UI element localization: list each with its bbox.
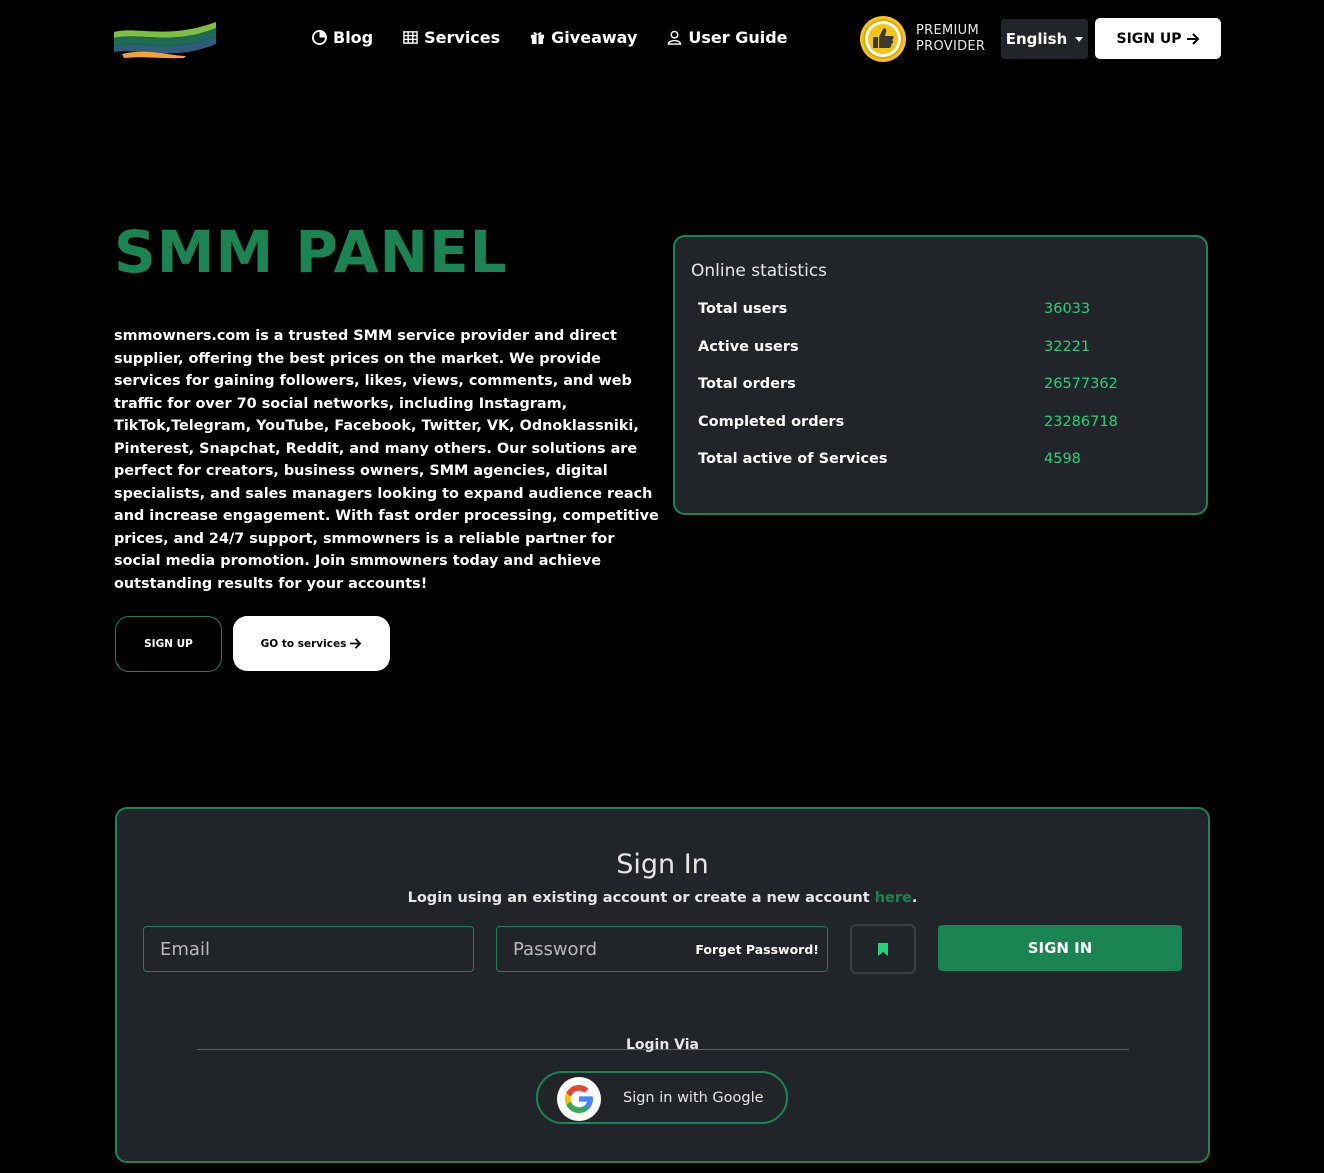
create-account-link[interactable]: here bbox=[875, 890, 912, 906]
language-dropdown[interactable]: English bbox=[1001, 19, 1088, 59]
blog-icon bbox=[312, 30, 327, 45]
header-signup-button[interactable]: SIGN UP bbox=[1095, 18, 1221, 59]
google-signin-label: Sign in with Google bbox=[623, 1090, 764, 1106]
grid-icon bbox=[403, 31, 418, 44]
signin-subtitle-period: . bbox=[911, 890, 918, 906]
arrow-right-icon bbox=[350, 638, 362, 649]
nav-user-guide-label: User Guide bbox=[688, 28, 788, 47]
forget-password-link[interactable]: Forget Password! bbox=[695, 942, 819, 957]
nav-giveaway-label: Giveaway bbox=[551, 28, 638, 47]
stat-value: 23286718 bbox=[1044, 414, 1118, 430]
stat-label: Active users bbox=[698, 339, 799, 355]
page-title: SMM PANEL bbox=[114, 218, 508, 286]
caret-down-icon bbox=[1075, 36, 1084, 42]
password-field-wrapper: Forget Password! bbox=[496, 926, 828, 972]
signin-panel: Sign In Login using an existing account … bbox=[115, 807, 1210, 1163]
hero-description: smmowners.com is a trusted SMM service p… bbox=[114, 328, 659, 592]
stat-value: 36033 bbox=[1044, 301, 1091, 317]
stat-value: 4598 bbox=[1044, 451, 1081, 467]
signin-button-label: SIGN IN bbox=[1027, 939, 1093, 957]
google-signin-button[interactable]: Sign in with Google bbox=[536, 1071, 788, 1124]
site-logo[interactable] bbox=[112, 18, 218, 60]
google-icon bbox=[565, 1085, 593, 1113]
signin-title: Sign In bbox=[616, 849, 709, 880]
nav-blog-label: Blog bbox=[333, 28, 374, 47]
bookmark-icon bbox=[878, 942, 888, 956]
stat-label: Total orders bbox=[698, 376, 796, 392]
nav-services[interactable]: Services bbox=[403, 28, 500, 47]
stat-label: Completed orders bbox=[698, 414, 845, 430]
remember-me-toggle[interactable] bbox=[850, 924, 916, 974]
stat-label: Total active of Services bbox=[698, 451, 888, 467]
go-to-services-button[interactable]: GO to services bbox=[233, 616, 390, 671]
gift-icon bbox=[531, 32, 545, 45]
hero-signup-button[interactable]: SIGN UP bbox=[115, 616, 222, 672]
nav-blog[interactable]: Blog bbox=[312, 28, 373, 47]
online-statistics-panel: Online statistics Total users 36033 Acti… bbox=[673, 235, 1208, 515]
stat-label: Total users bbox=[698, 301, 788, 317]
header-signup-label: SIGN UP bbox=[1116, 30, 1182, 47]
hero-signup-label: SIGN UP bbox=[144, 638, 193, 650]
stat-value: 32221 bbox=[1044, 339, 1091, 355]
go-to-services-label: GO to services bbox=[260, 637, 347, 650]
premium-provider-badge: PREMIUM PROVIDER bbox=[858, 14, 985, 64]
thumbs-up-badge-icon bbox=[860, 16, 906, 62]
signin-subtitle: Login using an existing account or creat… bbox=[117, 890, 1208, 906]
login-via-label: Login Via bbox=[625, 1037, 700, 1053]
premium-line1: PREMIUM bbox=[916, 23, 979, 38]
user-icon bbox=[668, 30, 682, 45]
stats-title: Online statistics bbox=[691, 261, 828, 281]
email-field-wrapper bbox=[143, 926, 474, 972]
nav-services-label: Services bbox=[424, 28, 501, 47]
premium-line2: PROVIDER bbox=[916, 39, 986, 54]
google-logo bbox=[557, 1077, 601, 1121]
main-nav: Blog Services Giveaway User Guide bbox=[312, 28, 818, 47]
signin-subtitle-text: Login using an existing account or creat… bbox=[407, 890, 875, 906]
signin-button[interactable]: SIGN IN bbox=[938, 925, 1182, 971]
email-input[interactable] bbox=[144, 927, 473, 971]
stat-value: 26577362 bbox=[1044, 376, 1118, 392]
language-label: English bbox=[1005, 30, 1068, 48]
nav-giveaway[interactable]: Giveaway bbox=[530, 28, 637, 47]
arrow-right-icon bbox=[1186, 32, 1199, 45]
nav-user-guide[interactable]: User Guide bbox=[667, 28, 788, 47]
